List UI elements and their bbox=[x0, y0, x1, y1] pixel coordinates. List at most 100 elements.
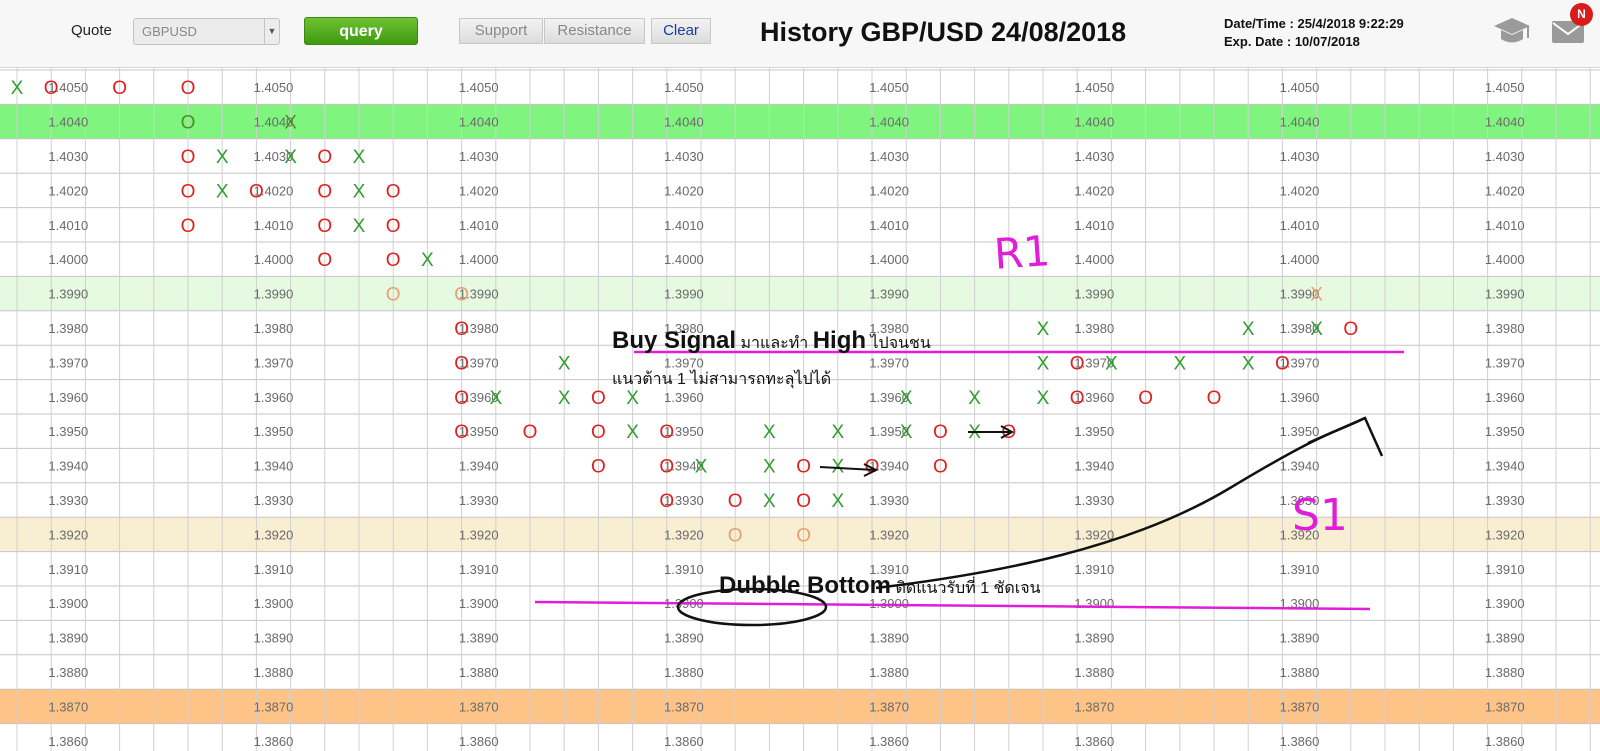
price-label: 1.3860 bbox=[459, 734, 499, 749]
price-label: 1.3950 bbox=[1485, 424, 1525, 439]
o-mark: O bbox=[933, 457, 948, 478]
x-mark: X bbox=[353, 181, 366, 202]
x-mark: X bbox=[1242, 353, 1255, 374]
price-label: 1.3910 bbox=[664, 562, 704, 577]
price-label: 1.4040 bbox=[459, 115, 499, 130]
o-mark: O bbox=[454, 353, 469, 374]
o-mark: O bbox=[386, 216, 401, 237]
datetime-value: 25/4/2018 9:22:29 bbox=[1297, 16, 1404, 31]
price-label: 1.3960 bbox=[664, 390, 704, 405]
price-label: 1.3940 bbox=[254, 459, 294, 474]
price-label: 1.3930 bbox=[869, 493, 909, 508]
price-label: 1.3920 bbox=[48, 527, 88, 542]
price-label: 1.3930 bbox=[459, 493, 499, 508]
price-label: 1.4010 bbox=[664, 218, 704, 233]
price-label: 1.4030 bbox=[869, 149, 909, 164]
buy-signal-bold: Buy Signal bbox=[612, 327, 737, 354]
double-bottom-annotation: Dubble Bottom ติดแนวรับที่ 1 ชัดเจน bbox=[719, 572, 1041, 601]
o-mark: O bbox=[1138, 388, 1153, 409]
price-label: 1.3860 bbox=[1074, 734, 1114, 749]
x-mark: X bbox=[1037, 388, 1050, 409]
price-label: 1.3960 bbox=[254, 390, 294, 405]
price-label: 1.4040 bbox=[48, 115, 88, 130]
query-button[interactable]: query bbox=[304, 17, 418, 45]
price-label: 1.3890 bbox=[459, 631, 499, 646]
buy-signal-annotation-line2: แนวต้าน 1 ไม่สามารถทะลุไปได้ bbox=[612, 367, 831, 392]
buy-signal-line2: แนวต้าน 1 ไม่สามารถทะลุไปได้ bbox=[612, 371, 832, 388]
support-button[interactable]: Support bbox=[459, 18, 543, 44]
price-label: 1.3940 bbox=[459, 459, 499, 474]
o-mark: O bbox=[591, 388, 606, 409]
x-mark: X bbox=[489, 388, 502, 409]
price-label: 1.4030 bbox=[1074, 149, 1114, 164]
price-label: 1.3880 bbox=[1074, 665, 1114, 680]
x-mark: X bbox=[1037, 353, 1050, 374]
notification-badge[interactable]: N bbox=[1570, 3, 1593, 26]
clear-button[interactable]: Clear bbox=[651, 18, 711, 44]
x-mark: X bbox=[11, 78, 24, 99]
price-label: 1.3940 bbox=[1074, 459, 1114, 474]
x-mark: X bbox=[284, 147, 297, 168]
o-mark: O bbox=[933, 422, 948, 443]
page-title: History GBP/USD 24/08/2018 bbox=[760, 17, 1127, 47]
price-label: 1.3910 bbox=[48, 562, 88, 577]
price-label: 1.3900 bbox=[1485, 596, 1525, 611]
buy-signal-text1: มาและทำ bbox=[740, 335, 809, 352]
price-label: 1.3920 bbox=[459, 527, 499, 542]
price-label: 1.3990 bbox=[869, 287, 909, 302]
price-label: 1.3970 bbox=[869, 355, 909, 370]
price-label: 1.3890 bbox=[48, 631, 88, 646]
price-label: 1.3910 bbox=[1485, 562, 1525, 577]
price-label: 1.4000 bbox=[1485, 252, 1525, 267]
resistance-button[interactable]: Resistance bbox=[544, 18, 645, 44]
quote-select[interactable]: GBPUSD ▼ bbox=[133, 18, 280, 45]
x-mark: X bbox=[831, 422, 844, 443]
price-label: 1.3990 bbox=[254, 287, 294, 302]
x-mark: X bbox=[1242, 319, 1255, 340]
o-mark: O bbox=[1207, 388, 1222, 409]
price-label: 1.3860 bbox=[1280, 734, 1320, 749]
x-mark: X bbox=[900, 422, 913, 443]
price-label: 1.3940 bbox=[1485, 459, 1525, 474]
expdate-value: 10/07/2018 bbox=[1294, 34, 1360, 49]
buy-signal-high: High bbox=[812, 327, 867, 354]
price-label: 1.3900 bbox=[48, 596, 88, 611]
price-label: 1.4020 bbox=[459, 183, 499, 198]
graduation-cap-icon[interactable] bbox=[1493, 14, 1531, 48]
x-mark: X bbox=[1037, 319, 1050, 340]
price-label: 1.3960 bbox=[1280, 390, 1320, 405]
o-mark: O bbox=[659, 422, 674, 443]
price-label: 1.4020 bbox=[48, 183, 88, 198]
price-label: 1.3960 bbox=[48, 390, 88, 405]
x-mark: X bbox=[763, 457, 776, 478]
x-mark: X bbox=[763, 422, 776, 443]
o-mark: O bbox=[386, 181, 401, 202]
x-mark: X bbox=[284, 113, 297, 134]
buy-signal-annotation: Buy Signal มาและทำ High ไปจนชน bbox=[612, 327, 931, 356]
band-1_3870 bbox=[0, 689, 1600, 724]
double-bottom-bold: Dubble Bottom bbox=[719, 572, 891, 599]
price-label: 1.4020 bbox=[1485, 183, 1525, 198]
x-mark: X bbox=[900, 388, 913, 409]
price-label: 1.4000 bbox=[664, 252, 704, 267]
price-label: 1.3910 bbox=[1074, 562, 1114, 577]
price-label: 1.4010 bbox=[459, 218, 499, 233]
price-label: 1.4050 bbox=[869, 80, 909, 95]
price-label: 1.3900 bbox=[254, 596, 294, 611]
price-label: 1.4020 bbox=[664, 183, 704, 198]
price-label: 1.4050 bbox=[459, 80, 499, 95]
price-label: 1.3880 bbox=[48, 665, 88, 680]
support-1-line bbox=[534, 600, 1371, 611]
price-label: 1.3950 bbox=[1074, 424, 1114, 439]
x-mark: X bbox=[763, 491, 776, 512]
price-label: 1.4000 bbox=[254, 252, 294, 267]
x-mark: X bbox=[1105, 353, 1118, 374]
price-label: 1.3970 bbox=[48, 355, 88, 370]
price-label: 1.3930 bbox=[254, 493, 294, 508]
price-label: 1.3870 bbox=[1074, 699, 1114, 714]
quote-select-value: GBPUSD bbox=[142, 24, 197, 39]
band-1_4040 bbox=[0, 104, 1600, 139]
o-mark: O bbox=[386, 285, 401, 306]
price-label: 1.4040 bbox=[664, 115, 704, 130]
price-label: 1.4000 bbox=[1280, 252, 1320, 267]
